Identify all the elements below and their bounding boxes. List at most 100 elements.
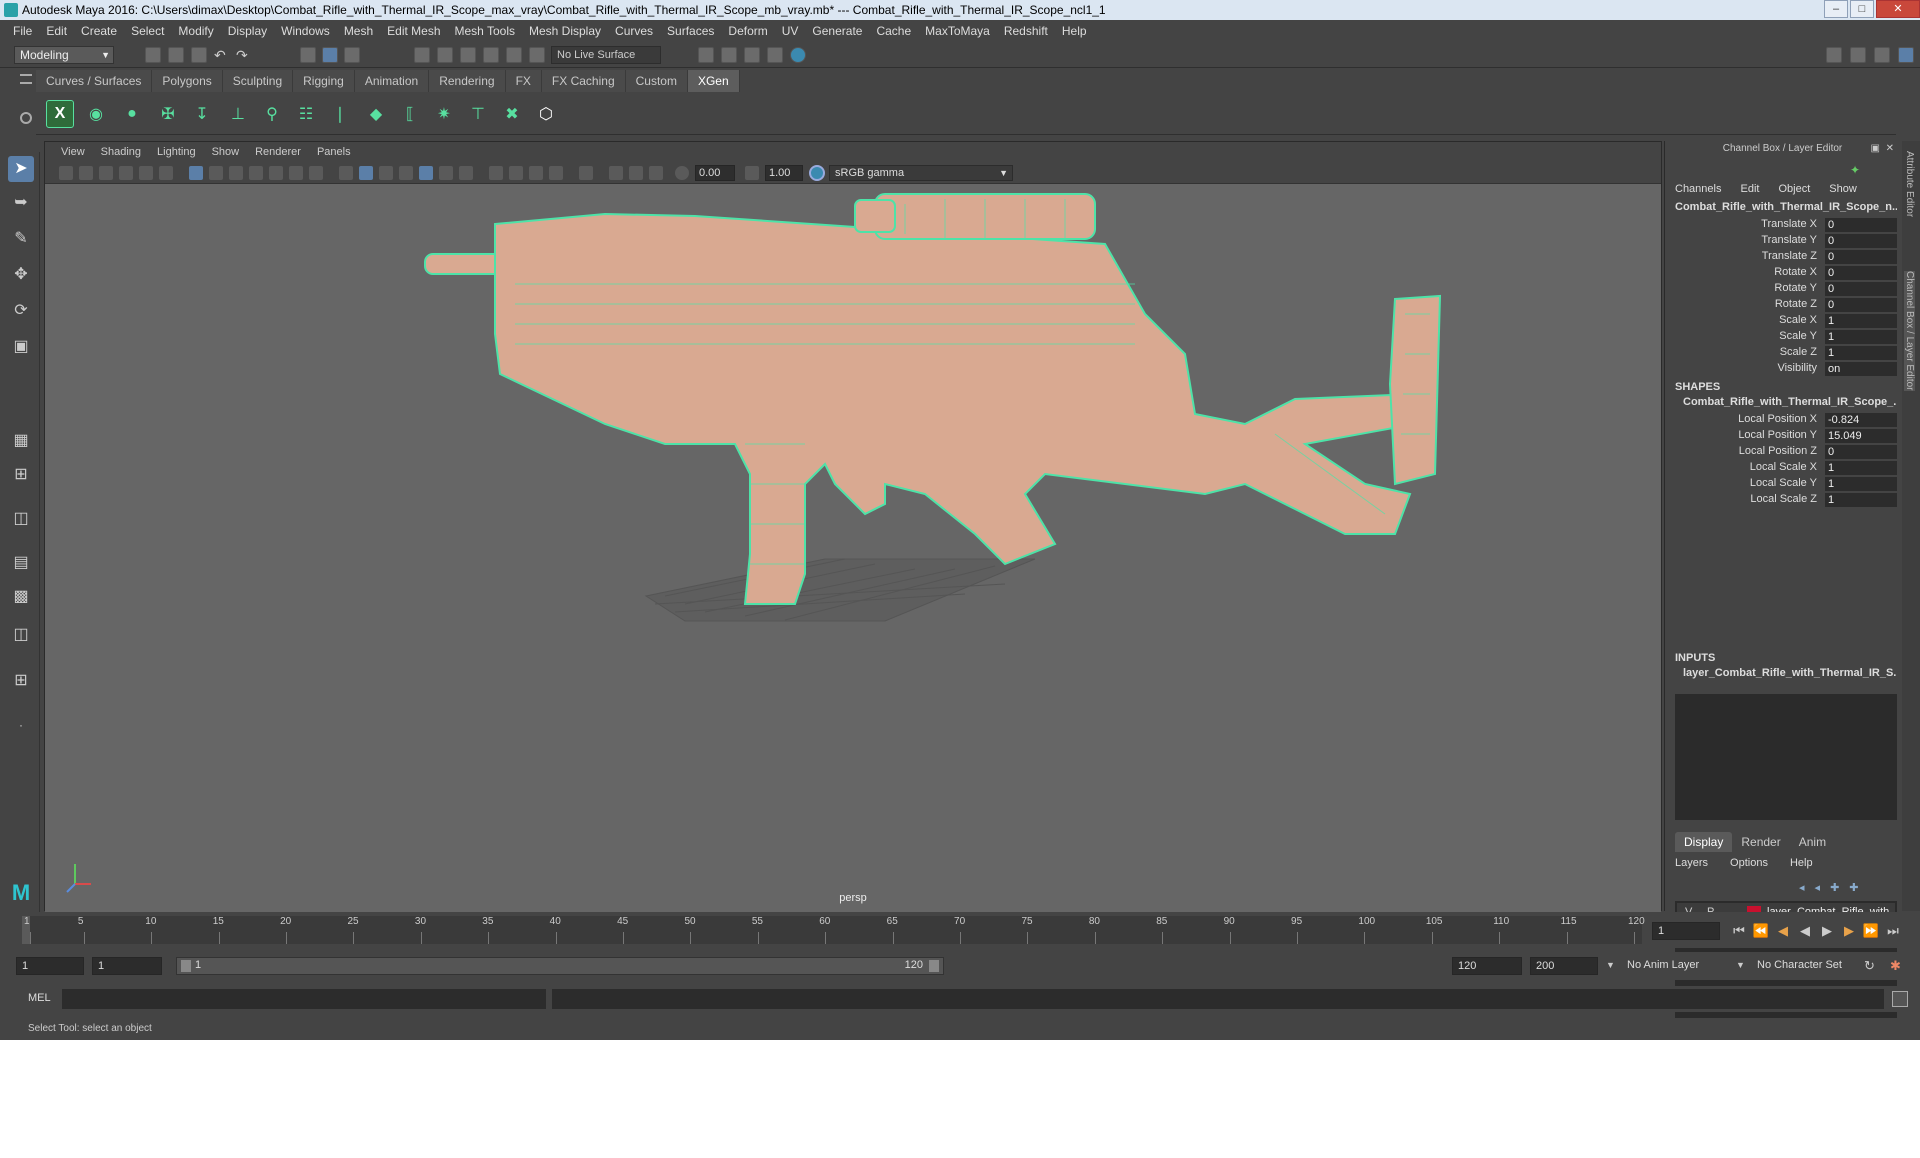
go-to-start-icon[interactable]: ⏮: [1730, 922, 1748, 940]
layer-editor-menu-options[interactable]: Options: [1730, 857, 1768, 869]
two-d-pan-icon[interactable]: [139, 166, 153, 180]
tool-settings-toggle-icon[interactable]: [1874, 47, 1890, 63]
shadows-icon[interactable]: [489, 166, 503, 180]
script-editor-icon[interactable]: [1892, 991, 1908, 1007]
xgen-lock-icon[interactable]: ☷: [292, 100, 320, 128]
attribute-row[interactable]: Rotate X 0: [1675, 266, 1897, 282]
xgen-length-icon[interactable]: ⟦: [396, 100, 424, 128]
chevron-down-icon[interactable]: ▼: [1606, 960, 1615, 970]
attribute-row[interactable]: Local Scale Y 1: [1675, 477, 1897, 493]
key-channel-icon[interactable]: ✦: [1850, 163, 1860, 177]
select-tool-icon[interactable]: ➤: [8, 156, 34, 182]
chevron-down-icon[interactable]: ▼: [1736, 960, 1745, 970]
xgen-clump-icon[interactable]: ✷: [430, 100, 458, 128]
attribute-row[interactable]: Scale Z 1: [1675, 346, 1897, 362]
xgen-cut-icon[interactable]: ⊤: [464, 100, 492, 128]
render-settings-icon[interactable]: [744, 47, 760, 63]
attribute-row[interactable]: Rotate Z 0: [1675, 298, 1897, 314]
xgen-visibility-icon[interactable]: ◉: [82, 100, 110, 128]
shelf-tab-custom[interactable]: Custom: [625, 70, 688, 92]
resolution-gate-icon[interactable]: [229, 166, 243, 180]
gamma-field[interactable]: 1.00: [765, 165, 803, 181]
select-object-icon[interactable]: [322, 47, 338, 63]
snap-view-icon[interactable]: [483, 47, 499, 63]
xgen-guides-icon[interactable]: ✠: [154, 100, 182, 128]
attribute-row[interactable]: Local Scale Z 1: [1675, 493, 1897, 509]
menu-surfaces[interactable]: Surfaces: [660, 24, 721, 38]
shelf-tab-rendering[interactable]: Rendering: [429, 70, 506, 92]
layer-editor-menu-layers[interactable]: Layers: [1675, 857, 1708, 869]
shelf-handle-icon[interactable]: [20, 74, 32, 84]
attribute-value[interactable]: 1: [1825, 461, 1897, 475]
channel-box-tab[interactable]: Channel Box / Layer Editor: [1904, 271, 1915, 391]
undo-icon[interactable]: ↶: [214, 47, 230, 63]
menu-redshift[interactable]: Redshift: [997, 24, 1055, 38]
exposure-icon[interactable]: [675, 166, 689, 180]
animation-end-field[interactable]: 200: [1530, 957, 1598, 975]
menu-maxtomaya[interactable]: MaxToMaya: [918, 24, 997, 38]
attribute-editor-toggle-icon[interactable]: [1850, 47, 1866, 63]
range-slider[interactable]: 1 120: [176, 957, 944, 975]
shelf-tab-fx-caching[interactable]: FX Caching: [541, 70, 626, 92]
xgen-comb-icon[interactable]: ❘: [326, 100, 354, 128]
new-layer-selected-icon[interactable]: ✚: [1849, 881, 1858, 894]
grease-pencil-icon[interactable]: [159, 166, 173, 180]
use-lights-icon[interactable]: [459, 166, 473, 180]
attribute-value[interactable]: 0: [1825, 250, 1897, 264]
menu-modify[interactable]: Modify: [171, 24, 220, 38]
range-start-handle[interactable]: [181, 960, 191, 972]
textured-icon[interactable]: [439, 166, 453, 180]
script-language-label[interactable]: MEL: [28, 992, 51, 1004]
attribute-value[interactable]: -0.824: [1825, 413, 1897, 427]
menu-set-select[interactable]: Modeling ▼: [14, 46, 114, 64]
menu-help[interactable]: Help: [1055, 24, 1094, 38]
snap-curve-icon[interactable]: [437, 47, 453, 63]
menu-cache[interactable]: Cache: [869, 24, 918, 38]
menu-curves[interactable]: Curves: [608, 24, 660, 38]
layer-editor-menu-help[interactable]: Help: [1790, 857, 1813, 869]
make-live-icon[interactable]: [529, 47, 545, 63]
menu-file[interactable]: File: [6, 24, 39, 38]
xgen-delete-icon[interactable]: ✖: [498, 100, 526, 128]
step-forward-frame-icon[interactable]: ▶: [1840, 922, 1858, 940]
attribute-row[interactable]: Translate X 0: [1675, 218, 1897, 234]
attribute-row[interactable]: Rotate Y 0: [1675, 282, 1897, 298]
go-to-end-icon[interactable]: ⏭: [1884, 922, 1902, 940]
range-end-handle[interactable]: [929, 960, 939, 972]
move-layer-up-icon[interactable]: ◂: [1799, 881, 1805, 894]
motion-blur-icon[interactable]: [529, 166, 543, 180]
wireframe-on-shaded-icon[interactable]: [399, 166, 413, 180]
isolate-select-icon[interactable]: [579, 166, 593, 180]
current-frame-field[interactable]: 1: [1652, 922, 1720, 940]
gate-mask-icon[interactable]: [249, 166, 263, 180]
step-back-key-icon[interactable]: ⏪: [1752, 922, 1770, 940]
camera-select-icon[interactable]: [59, 166, 73, 180]
new-scene-icon[interactable]: [145, 47, 161, 63]
film-gate-icon[interactable]: [209, 166, 223, 180]
gamma-icon[interactable]: [745, 166, 759, 180]
character-set-select[interactable]: No Character Set: [1752, 957, 1862, 975]
xgen-hex-icon[interactable]: ⬡: [532, 100, 560, 128]
render-view-icon[interactable]: [790, 47, 806, 63]
play-forwards-icon[interactable]: ▶: [1818, 922, 1836, 940]
shelf-tab-fx[interactable]: FX: [505, 70, 542, 92]
grid-icon[interactable]: [189, 166, 203, 180]
close-panel-icon[interactable]: ✕: [1886, 143, 1894, 154]
close-button[interactable]: ✕: [1876, 0, 1920, 18]
channel-box-menu-show[interactable]: Show: [1829, 183, 1857, 195]
shelf-tab-animation[interactable]: Animation: [354, 70, 430, 92]
time-ruler[interactable]: 1 5 10 15 20 25 30 35 40 45 50 55 60 65 70 75 80 85 90 95 10…: [22, 916, 1645, 944]
color-management-icon[interactable]: [809, 165, 825, 181]
attribute-row[interactable]: Visibility on: [1675, 362, 1897, 378]
snap-surface-icon[interactable]: [506, 47, 522, 63]
attribute-row[interactable]: Translate Y 0: [1675, 234, 1897, 250]
attribute-value[interactable]: 15.049: [1825, 429, 1897, 443]
shelf-tab-sculpting[interactable]: Sculpting: [222, 70, 294, 92]
attribute-value[interactable]: 0: [1825, 282, 1897, 296]
shelf-tab-polygons[interactable]: Polygons: [152, 70, 223, 92]
input-node-name[interactable]: layer_Combat_Rifle_with_Thermal_IR_S...: [1683, 667, 1897, 679]
snap-point-icon[interactable]: [460, 47, 476, 63]
attribute-value[interactable]: 1: [1825, 477, 1897, 491]
menu-select[interactable]: Select: [124, 24, 171, 38]
playback-start-field[interactable]: 1: [92, 957, 162, 975]
